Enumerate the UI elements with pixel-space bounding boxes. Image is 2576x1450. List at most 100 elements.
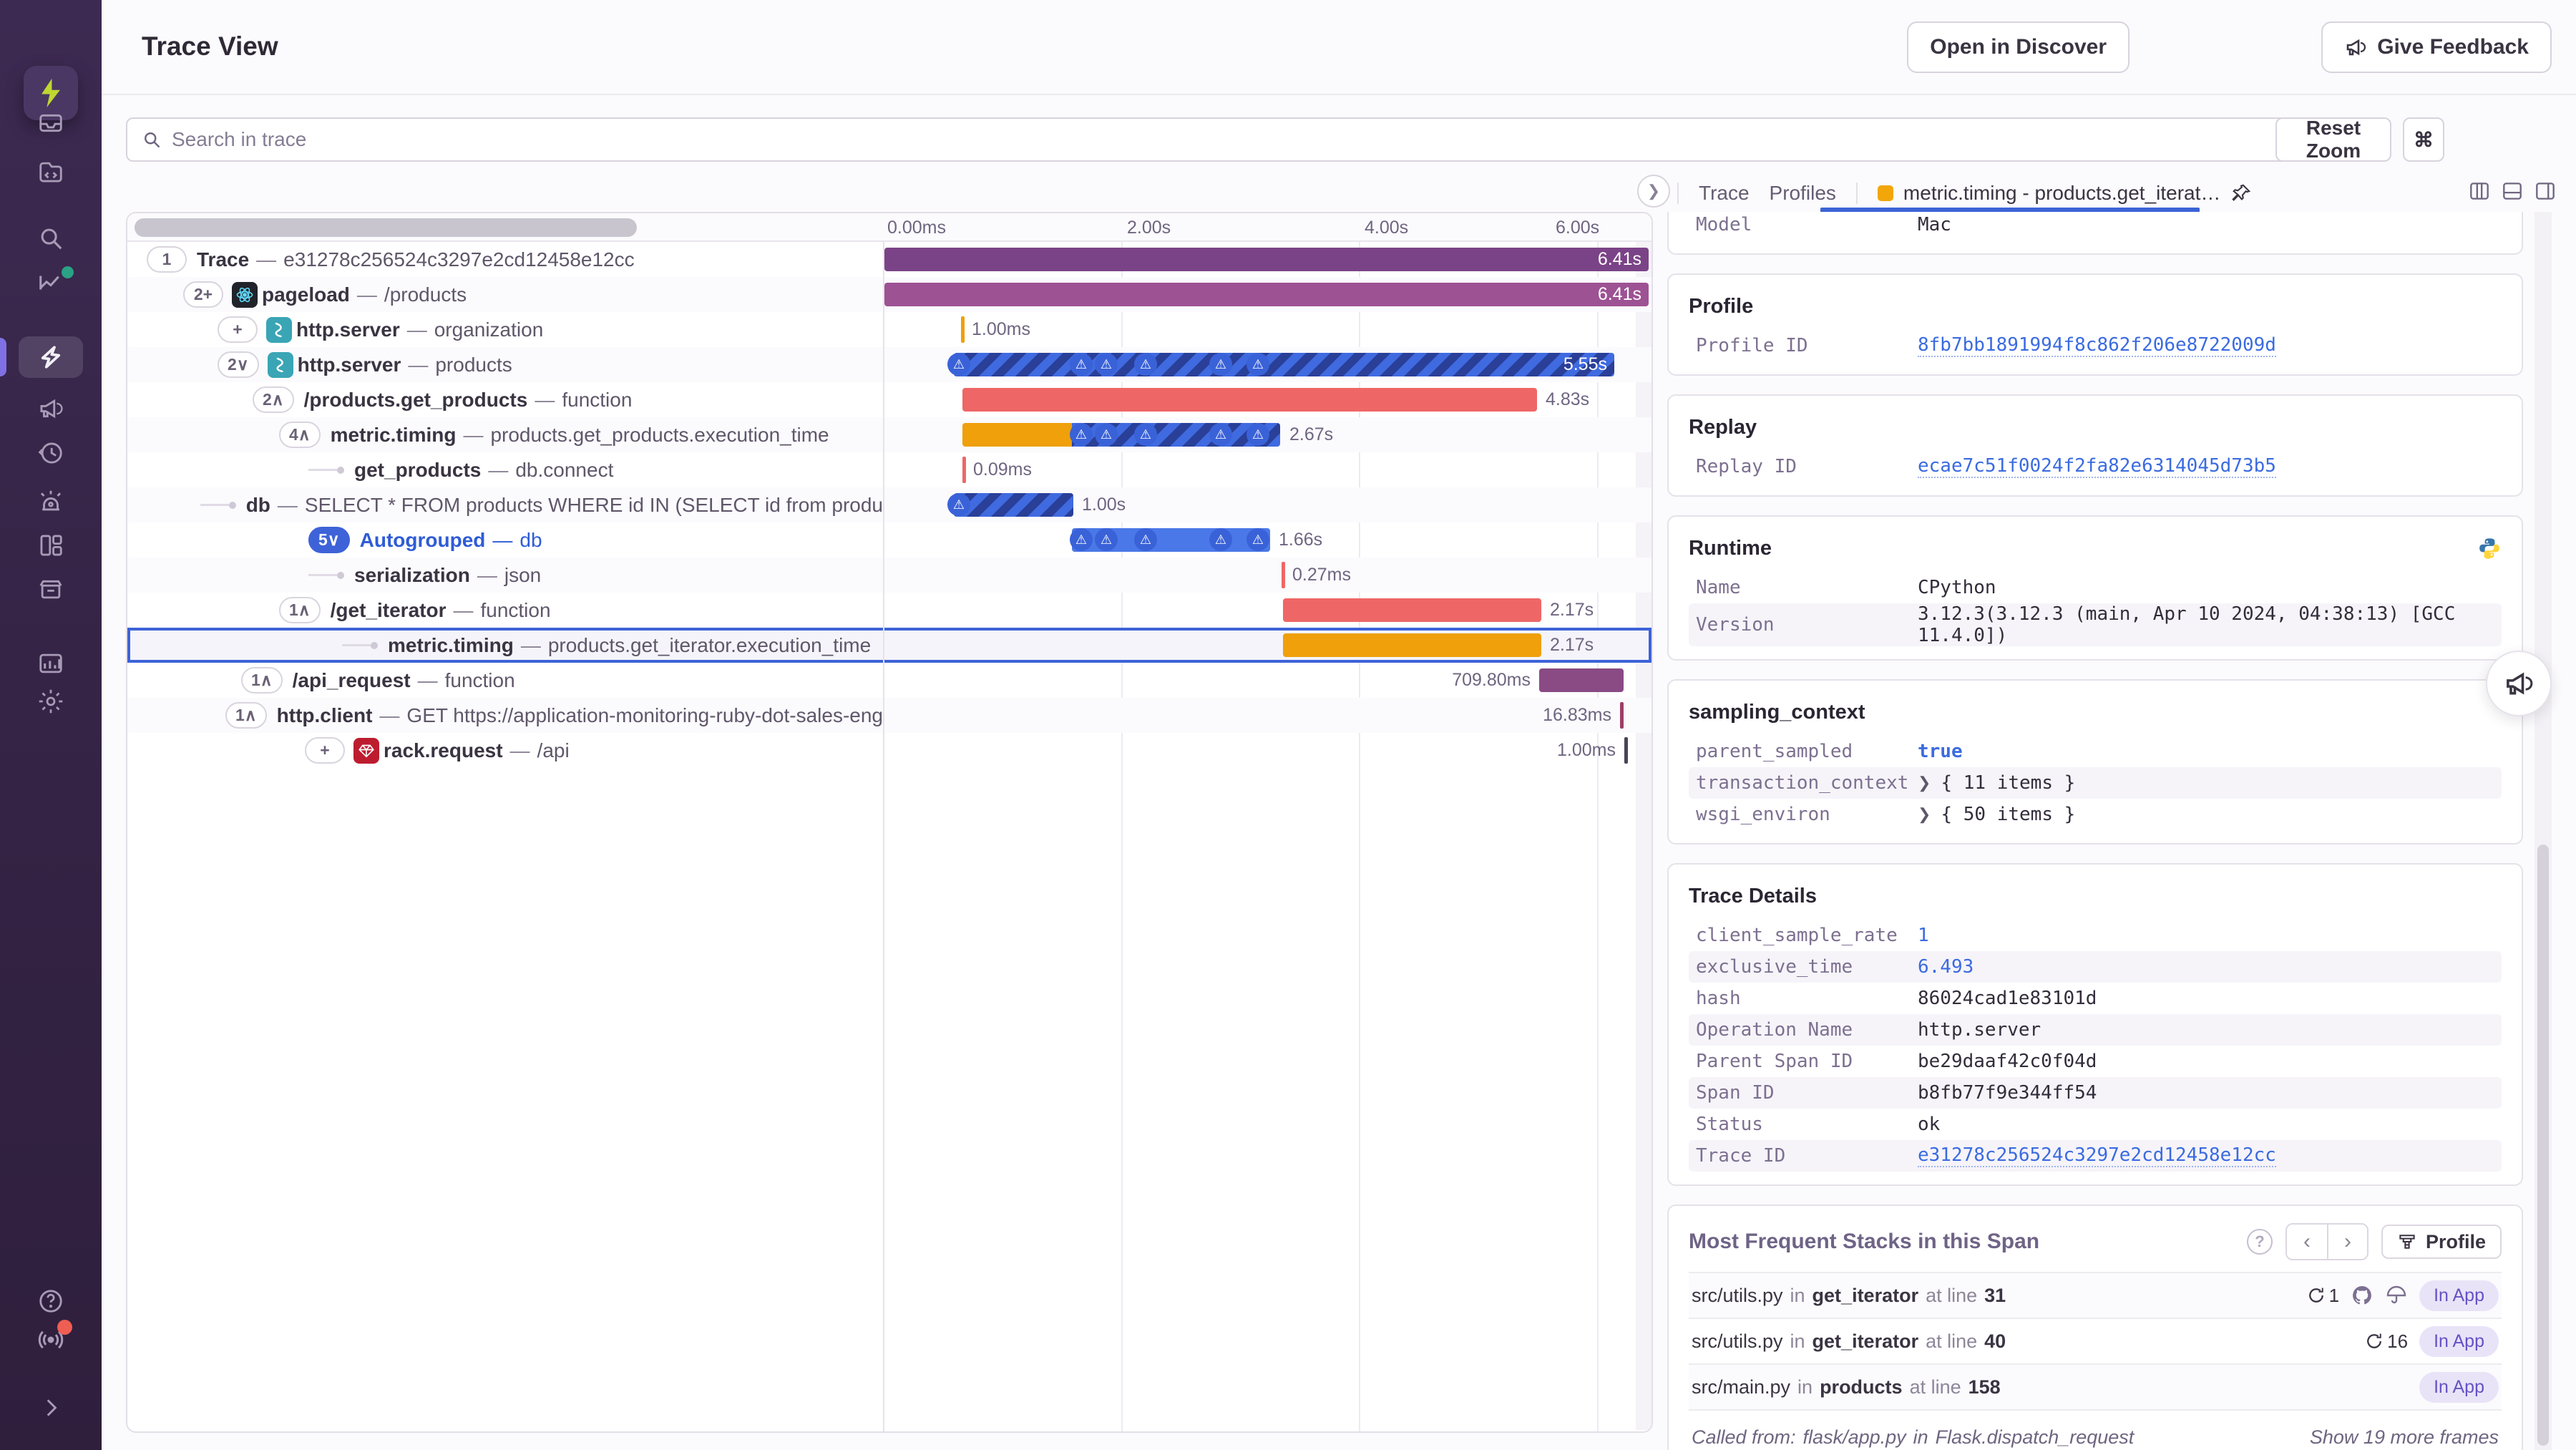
stack-frame-row[interactable]: src/main.py in products at line 158 In A… [1689, 1363, 2502, 1409]
shortcut-button[interactable]: ⌘ [2403, 117, 2444, 162]
span-bar-errored[interactable] [954, 493, 1073, 517]
trace-row-autogrouped[interactable]: 5∨ Autogrouped—db 1.66s [127, 522, 1652, 558]
show-more-frames-link[interactable]: Show 19 more frames [2310, 1426, 2499, 1449]
autogroup-count-pill[interactable]: 5∨ [308, 527, 350, 553]
trace-search[interactable] [126, 117, 2380, 162]
trace-row-products-get-products[interactable]: 2∧ /products.get_products — function 4.83s [127, 382, 1652, 417]
span-tick[interactable] [1620, 702, 1624, 729]
row-expand-pill[interactable]: + [305, 737, 345, 764]
floating-feedback-button[interactable] [2486, 651, 2552, 716]
span-bar[interactable] [962, 388, 1537, 412]
sidebar-item-alerts[interactable] [35, 485, 67, 517]
panel-scrollbar-thumb[interactable] [2537, 845, 2549, 1446]
span-tick[interactable] [1624, 737, 1628, 764]
tab-separator [1677, 183, 1679, 204]
row-collapse-pill[interactable]: 1∧ [241, 667, 283, 694]
runtime-card: Runtime Name CPython Version 3.12.3(3.12… [1667, 515, 2523, 661]
span-bar[interactable] [1283, 598, 1541, 622]
row-collapse-pill[interactable]: 2∧ [253, 386, 294, 413]
trace-row-get-iterator[interactable]: 1∧ /get_iterator — function 2.17s [127, 593, 1652, 628]
expand-chevron-icon[interactable] [1918, 774, 1941, 792]
sidebar-item-settings[interactable] [35, 686, 67, 717]
trace-row-metric-timing-products[interactable]: 4∧ metric.timing — products.get_products.e… [127, 417, 1652, 452]
open-in-discover-button[interactable]: Open in Discover [1907, 21, 2129, 73]
sidebar-item-feedback[interactable] [35, 393, 67, 424]
layout-sidebar-right-icon[interactable] [2533, 179, 2557, 207]
trace-row-http-server-products[interactable]: 2∨ http.server — products 5.55s [127, 347, 1652, 382]
umbrella-icon[interactable] [2385, 1284, 2408, 1307]
detail-row-expandable[interactable]: transaction_context { 11 items } [1689, 767, 2502, 799]
span-bar[interactable] [1539, 668, 1624, 692]
trace-row-metric-timing-iterator-selected[interactable]: metric.timing — products.get_iterator.exec… [127, 628, 1652, 663]
sidebar-item-traces[interactable] [35, 341, 67, 373]
row-collapse-pill[interactable]: 4∧ [279, 422, 321, 448]
row-collapse-pill[interactable]: 1∧ [279, 597, 321, 623]
next-page-button[interactable]: › [2326, 1225, 2367, 1259]
detail-row-expandable[interactable]: wsgi_environ { 50 items } [1689, 799, 2502, 830]
page-title: Trace View [142, 31, 278, 61]
sidebar [0, 0, 102, 1450]
trace-row-pageload[interactable]: 2+ pageload —/products 6.41s [127, 277, 1652, 312]
trace-row-trace[interactable]: 1 Trace — e31278c256524c3297e2cd12458e12cc… [127, 242, 1652, 277]
span-tick[interactable] [1282, 562, 1285, 588]
row-collapse-pill[interactable]: 1∧ [225, 702, 267, 729]
tree-timeline-divider[interactable] [883, 213, 884, 1431]
stack-frame-row[interactable]: src/utils.py in get_iterator at line 40 … [1689, 1318, 2502, 1363]
row-count-pill[interactable]: 1 [147, 246, 187, 273]
trace-row-get-products[interactable]: get_products — db.connect 0.09ms [127, 452, 1652, 487]
prev-page-button[interactable]: ‹ [2286, 1225, 2327, 1259]
tab-profiles[interactable]: Profiles [1770, 182, 1836, 205]
span-bar[interactable] [962, 423, 1072, 447]
span-bar[interactable] [1283, 633, 1541, 657]
collapse-panel-button[interactable] [1637, 175, 1670, 208]
sidebar-expand-button[interactable] [35, 1392, 67, 1424]
layout-split-vertical-icon[interactable] [2467, 179, 2492, 207]
warning-icon [1134, 423, 1157, 446]
sidebar-item-issues[interactable] [35, 107, 67, 139]
called-from-row[interactable]: Called from: flask/app.py in Flask.dispa… [1689, 1409, 2502, 1450]
stack-frame-row[interactable]: src/utils.py in get_iterator at line 31 … [1689, 1272, 2502, 1318]
reset-zoom-button[interactable]: Reset Zoom [2275, 117, 2391, 162]
sidebar-item-search[interactable] [35, 223, 67, 254]
react-icon [232, 281, 258, 308]
warning-icon [1209, 423, 1232, 446]
trace-row-http-server-organization[interactable]: + http.server — organization 1.00ms [127, 312, 1652, 347]
trace-row-serialization[interactable]: serialization — json 0.27ms [127, 558, 1652, 593]
trace-row-http-client[interactable]: 1∧ http.client — GET https://application-m… [127, 698, 1652, 733]
trace-row-db-select[interactable]: db — SELECT * FROM products WHERE id IN (S… [127, 487, 1652, 522]
trace-row-api-request[interactable]: 1∧ /api_request — function 709.80ms [127, 663, 1652, 698]
sidebar-item-dashboards[interactable] [35, 530, 67, 561]
tab-metric-timing-active[interactable]: metric.timing - products.get_iterat… [1877, 182, 2253, 205]
search-input[interactable] [172, 128, 2364, 151]
trace-row-rack-request[interactable]: + rack.request —/api 1.00ms [127, 733, 1652, 768]
pin-icon[interactable] [2230, 183, 2252, 204]
sidebar-item-archive[interactable] [35, 573, 67, 605]
trace-id-link[interactable]: e31278c256524c3297e2cd12458e12cc [1918, 1144, 2276, 1167]
sidebar-item-help[interactable] [35, 1285, 67, 1317]
in-app-badge: In App [2419, 1325, 2499, 1357]
replay-id-link[interactable]: ecae7c51f0024f2fa82e6314045d73b5 [1918, 455, 2276, 478]
row-count-pill[interactable]: 2+ [183, 281, 223, 308]
sidebar-item-projects[interactable] [35, 156, 67, 188]
profile-id-link[interactable]: 8fb7bb1891994f8c862f206e8722009d [1918, 334, 2276, 357]
sidebar-item-releases[interactable] [35, 437, 67, 469]
span-tick[interactable] [961, 316, 965, 343]
trace-waterfall: 0.00ms 2.00s 4.00s 6.00s 1 Trace — e31278c… [126, 212, 1653, 1433]
give-feedback-button[interactable]: Give Feedback [2321, 21, 2552, 73]
active-tab-label: metric.timing - products.get_iterat… [1903, 182, 2221, 204]
row-collapse-pill[interactable]: 2∨ [218, 351, 259, 378]
span-bar[interactable]: 5.55s [954, 353, 1614, 376]
layout-split-horizontal-icon[interactable] [2500, 179, 2524, 207]
profile-button[interactable]: Profile [2381, 1225, 2502, 1259]
span-bar[interactable]: 6.41s [884, 283, 1649, 306]
tree-horizontal-scrollbar[interactable] [135, 218, 637, 237]
row-expand-pill[interactable]: + [218, 316, 258, 343]
span-bar[interactable]: 6.41s [884, 248, 1649, 271]
detail-row: exclusive_time 6.493 [1689, 951, 2502, 983]
expand-chevron-icon[interactable] [1918, 805, 1941, 824]
github-icon[interactable] [2351, 1284, 2373, 1307]
span-tick[interactable] [962, 457, 966, 483]
sidebar-item-stats[interactable] [35, 648, 67, 679]
help-icon[interactable]: ? [2246, 1229, 2273, 1255]
tab-trace[interactable]: Trace [1699, 182, 1750, 205]
